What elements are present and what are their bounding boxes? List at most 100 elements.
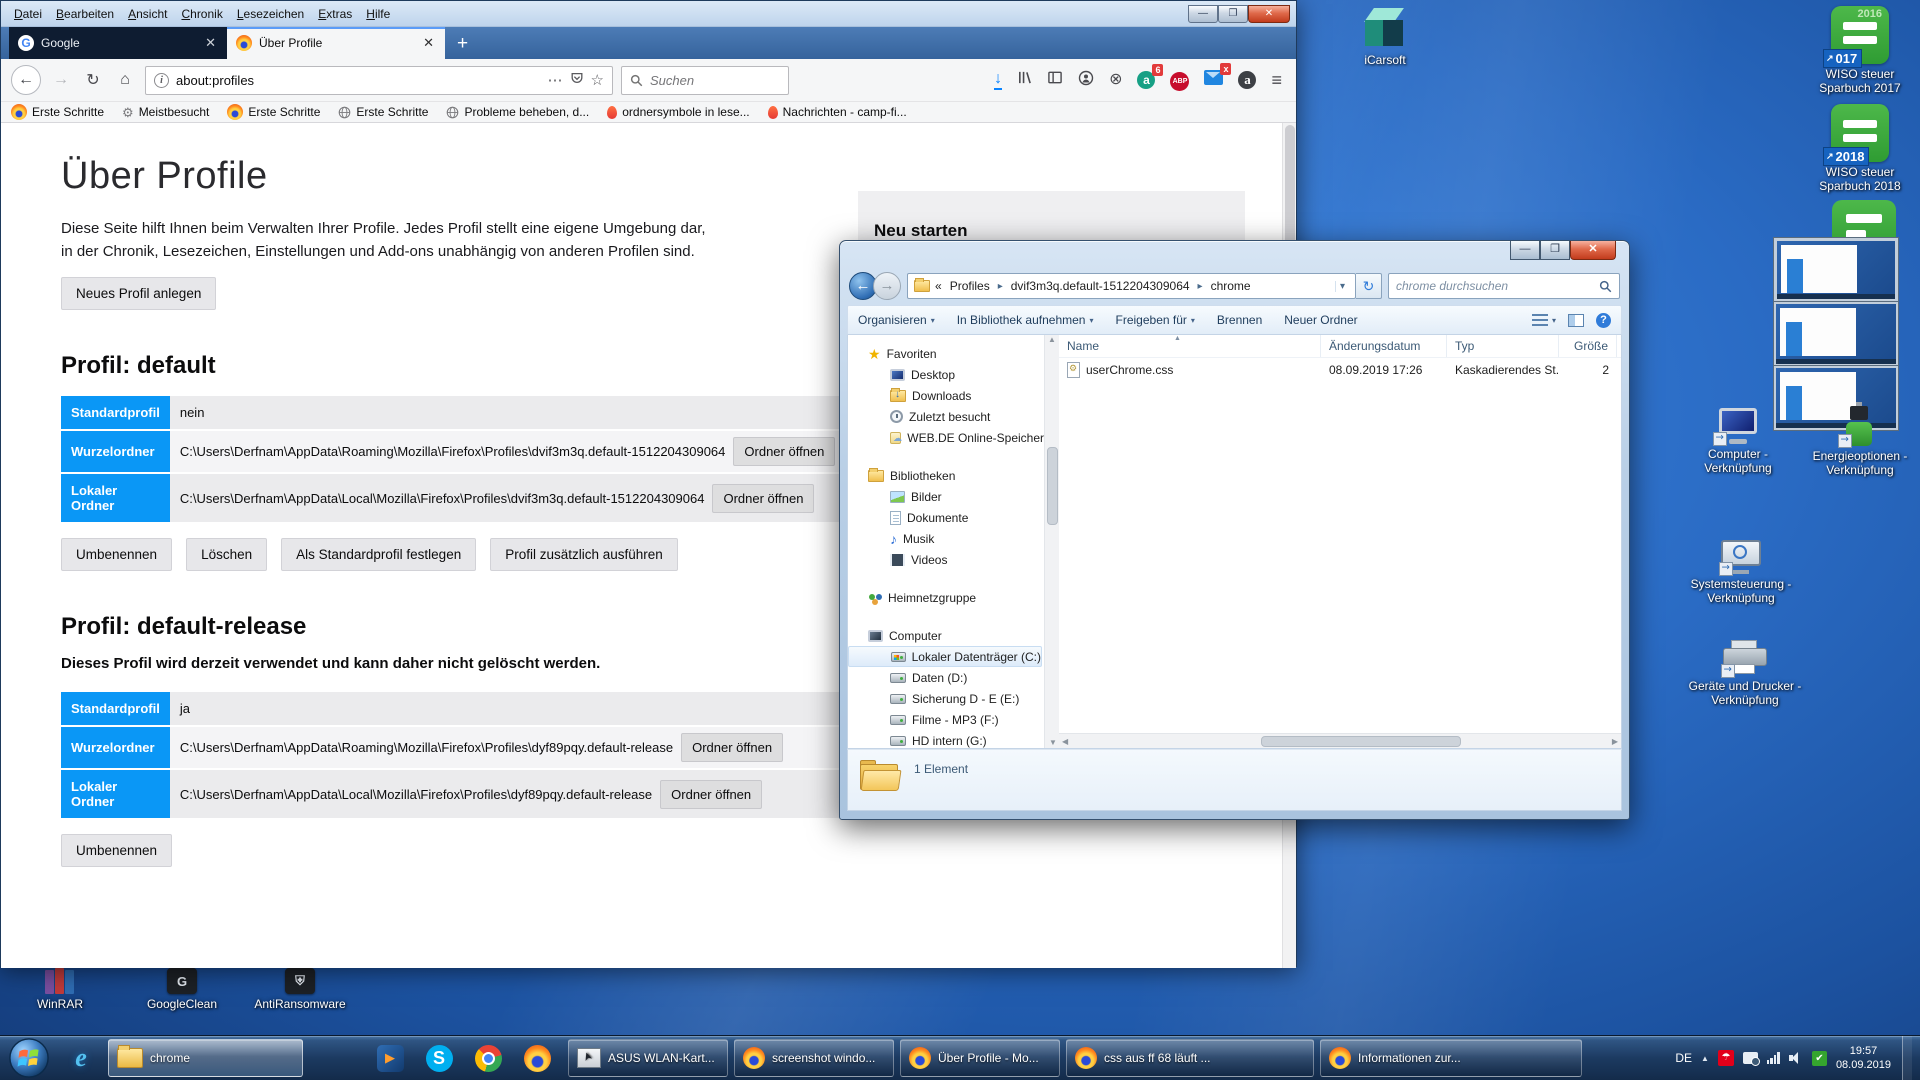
start-button[interactable] [8,1037,50,1079]
sidebar-icon[interactable] [1047,70,1063,90]
taskbar-ie-icon[interactable]: e [59,1039,103,1077]
avira-icon[interactable]: ☂ [1718,1050,1734,1066]
mail-check-icon[interactable]: x [1204,70,1223,90]
toolbar-neuer-ordner[interactable]: Neuer Ordner [1284,313,1357,327]
taskbar-firefox-icon[interactable] [515,1039,559,1077]
back-button[interactable]: ← [11,65,41,95]
profil-zusätzlich-ausführen-button[interactable]: Profil zusätzlich ausführen [490,538,678,571]
toolbar-brennen[interactable]: Brennen [1217,313,1262,327]
reload-button[interactable]: ↻ [81,70,105,90]
minimize-button[interactable]: — [1188,5,1218,23]
desktop-icon-systemsteuerung[interactable]: Systemsteuerung - Verknüpfung [1682,540,1800,605]
nav-item-sicherung-d-e-e[interactable]: Sicherung D - E (E:) [848,688,1044,709]
nav-item-dokumente[interactable]: Dokumente [848,507,1044,528]
window-preview-stack[interactable] [1774,238,1898,430]
change-view-button[interactable]: ▾ [1532,314,1556,327]
new-tab-button[interactable]: + [445,29,480,59]
minimize-button[interactable]: — [1510,241,1540,260]
forward-button[interactable]: → [873,272,901,300]
nav-item-bilder[interactable]: Bilder [848,486,1044,507]
scrollbar-thumb[interactable] [1261,736,1461,747]
menu-datei[interactable]: Datei [7,4,49,24]
taskbar-window-über-profile-mo[interactable]: Über Profile - Mo... [900,1039,1060,1077]
bookmark-item[interactable]: Probleme beheben, d... [446,105,589,119]
menu-chronik[interactable]: Chronik [174,4,229,24]
pocket-icon[interactable] [570,71,584,89]
bookmark-item[interactable]: Erste Schritte [11,104,104,120]
desktop-icon-computer[interactable]: Computer - Verknüpfung [1682,408,1794,475]
breadcrumb-segment[interactable]: chrome [1208,277,1254,295]
downloads-icon[interactable]: ↓ [994,70,1002,90]
preview-pane-icon[interactable] [1568,314,1584,327]
open-folder-button[interactable]: Ordner öffnen [681,733,783,762]
url-bar[interactable]: i about:profiles ⋯ ☆ [145,66,613,95]
desktop-icon-antiransomware[interactable]: ⛨ AntiRansomware [245,968,355,1011]
file-row[interactable]: userChrome.css 08.09.2019 17:26 Kaskadie… [1059,358,1621,382]
nav-item-filme-mp3-f[interactable]: Filme - MP3 (F:) [848,709,1044,730]
toolbar-in-bibliothek-aufnehmen[interactable]: In Bibliothek aufnehmen▾ [957,313,1094,327]
adblocker-icon[interactable]: a6 [1137,71,1155,89]
taskbar-explorer-button[interactable]: chrome [108,1039,303,1077]
show-desktop-button[interactable] [1902,1036,1912,1080]
nav-item-bibliotheken[interactable]: Bibliotheken [848,465,1044,486]
tab-google[interactable]: GGoogle ✕ [9,27,227,59]
menu-ansicht[interactable]: Ansicht [121,4,174,24]
löschen-button[interactable]: Löschen [186,538,267,571]
toolbar-organisieren[interactable]: Organisieren▾ [858,313,935,327]
window-preview[interactable] [1774,238,1898,302]
scrollbar-thumb[interactable] [1047,447,1058,525]
nav-item-zuletzt-besucht[interactable]: Zuletzt besucht [848,406,1044,427]
taskbar-skype-icon[interactable]: S [417,1039,461,1077]
refresh-button[interactable]: ↻ [1356,273,1382,299]
bookmark-item[interactable]: Erste Schritte [338,105,428,119]
close-button[interactable]: ✕ [1570,241,1616,260]
window-preview[interactable] [1774,302,1898,366]
menu-icon[interactable]: ≡ [1271,71,1282,89]
breadcrumb-segment[interactable]: dvif3m3q.default-1512204309064 [1008,277,1193,295]
nav-item-heimnetzgruppe[interactable]: Heimnetzgruppe [848,587,1044,608]
nav-item-musik[interactable]: ♪Musik [848,528,1044,549]
open-folder-button[interactable]: Ordner öffnen [712,484,814,513]
bookmark-star-icon[interactable]: ☆ [591,71,604,89]
explorer-titlebar[interactable]: — ❐ ✕ [847,241,1622,271]
home-button[interactable]: ⌂ [113,71,137,89]
network-icon[interactable] [1767,1052,1780,1064]
close-button[interactable]: ✕ [1248,5,1290,23]
als-standardprofil-festlegen-button[interactable]: Als Standardprofil festlegen [281,538,476,571]
maximize-button[interactable]: ❐ [1218,5,1248,23]
nav-item-favoriten[interactable]: ★Favoriten [848,343,1044,364]
desktop-icon-winrar[interactable]: WinRAR [15,968,105,1011]
umbenennen-button[interactable]: Umbenennen [61,538,172,571]
explorer-search-box[interactable]: chrome durchsuchen [1388,273,1620,299]
column-header-typ[interactable]: Typ [1447,335,1559,357]
nav-item-lokaler-datenträger-c[interactable]: Lokaler Datenträger (C:) [848,646,1042,667]
horizontal-scrollbar[interactable]: ◀ ▶ [1059,733,1621,748]
breadcrumb[interactable]: « Profiles▸dvif3m3q.default-151220430906… [907,273,1356,299]
column-header-name[interactable]: Name [1059,335,1321,357]
abp-icon[interactable]: ABP [1170,70,1189,91]
taskbar-window-informationen-zur[interactable]: Informationen zur... [1320,1039,1582,1077]
taskbar-chrome-icon[interactable] [466,1039,510,1077]
help-icon[interactable]: ? [1596,313,1611,328]
nav-item-downloads[interactable]: Downloads [848,385,1044,406]
column-header-änderungsdatum[interactable]: Änderungsdatum [1321,335,1447,357]
desktop-icon-wiso-2018[interactable]: ↗2018 WISO steuer Sparbuch 2018 [1798,104,1920,193]
scroll-right-icon[interactable]: ▶ [1609,737,1621,746]
nav-scrollbar[interactable]: ▲▼ [1044,335,1059,748]
bookmark-item[interactable]: Nachrichten - camp-fi... [768,105,907,119]
taskbar-window-css-aus-ff-68-läuft[interactable]: css aus ff 68 läuft ... [1066,1039,1314,1077]
page-actions-icon[interactable]: ⋯ [548,71,563,89]
column-header-größe[interactable]: Größe [1559,335,1617,357]
show-hidden-icons[interactable]: ▲ [1701,1054,1709,1063]
nav-item-daten-d[interactable]: Daten (D:) [848,667,1044,688]
bookmark-item[interactable]: ordnersymbole in lese... [607,105,749,119]
desktop-icon-energieoptionen[interactable]: Energieoptionen - Verknüpfung [1800,406,1920,477]
bookmark-item[interactable]: Erste Schritte [227,104,320,120]
disconnect-icon[interactable]: ⊗ [1109,71,1122,89]
open-folder-button[interactable]: Ordner öffnen [660,780,762,809]
taskbar-mediaplayer-icon[interactable]: ▶ [368,1039,412,1077]
menu-bearbeiten[interactable]: Bearbeiten [49,4,121,24]
tab-über-profile[interactable]: Über Profile ✕ [227,27,445,59]
forward-button[interactable]: → [49,71,73,89]
desktop-icon-geraete-drucker[interactable]: Geräte und Drucker - Verknüpfung [1680,640,1810,707]
